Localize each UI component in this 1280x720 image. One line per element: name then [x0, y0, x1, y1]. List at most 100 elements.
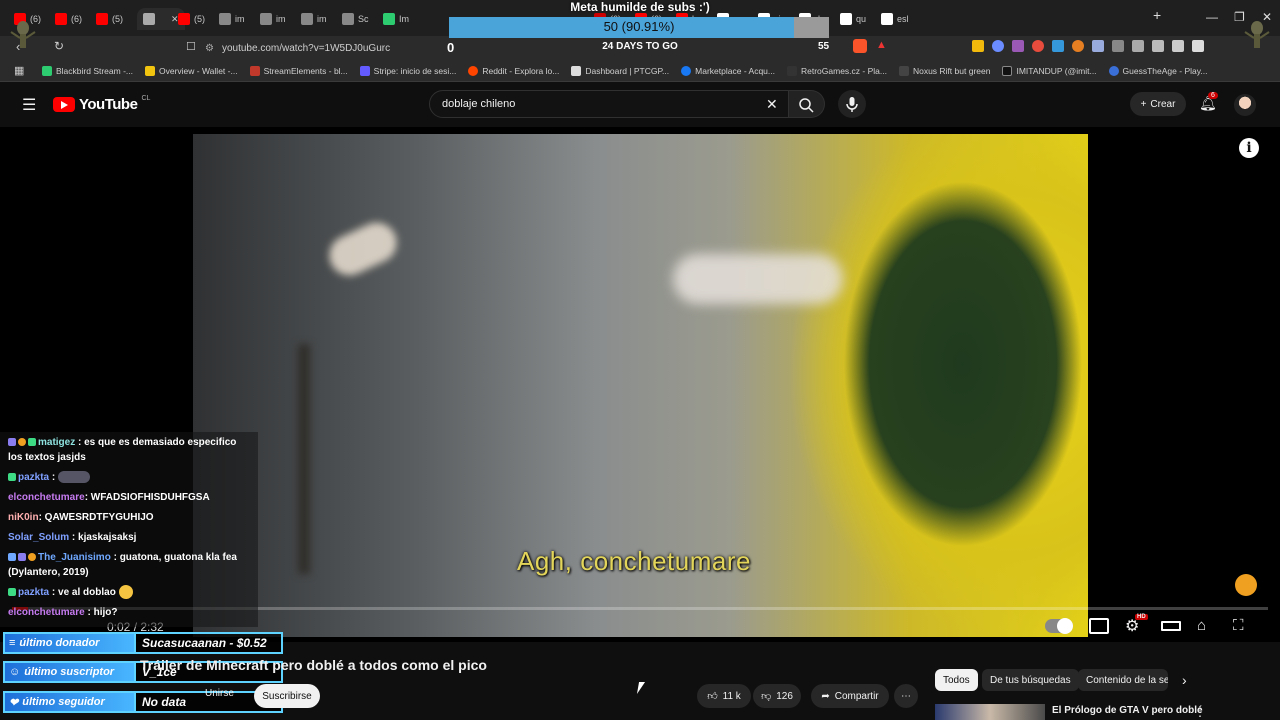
- extension-icon[interactable]: [1052, 40, 1064, 52]
- new-tab-icon[interactable]: +: [1153, 7, 1161, 23]
- browser-tab[interactable]: im: [260, 8, 286, 30]
- chip-series-content[interactable]: Contenido de la ser: [1078, 669, 1168, 691]
- autoplay-toggle[interactable]: [1045, 618, 1073, 634]
- info-icon[interactable]: i: [1239, 138, 1259, 158]
- tab-label: qu: [856, 14, 867, 24]
- bookmark-item[interactable]: StreamElements - bl...: [249, 65, 348, 76]
- cast-icon[interactable]: ⌂: [1197, 618, 1217, 634]
- follower-icon: ❤: [9, 696, 19, 709]
- browser-tab[interactable]: (5): [96, 8, 123, 30]
- extension-icon[interactable]: [1092, 40, 1104, 52]
- browser-tab[interactable]: esl: [881, 8, 909, 30]
- mouse-cursor-icon: [636, 682, 646, 694]
- lizard-overlay-icon: [10, 21, 36, 48]
- bookmark-favicon-icon: [898, 65, 909, 76]
- bookmark-item[interactable]: Dashboard | PTCGP...: [571, 65, 669, 76]
- extension-icon[interactable]: [1032, 40, 1044, 52]
- bookmark-item[interactable]: IMITANDUP (@imit...: [1002, 65, 1097, 76]
- tab-favicon-icon: [383, 13, 395, 25]
- bookmark-item[interactable]: Stripe: inicio de sesi...: [359, 65, 456, 76]
- bookmark-item[interactable]: RetroGames.cz - Pla...: [787, 65, 887, 76]
- search-button[interactable]: [789, 90, 825, 118]
- sparkle-icon[interactable]: [1192, 40, 1204, 52]
- lizard-overlay-icon: [1244, 21, 1270, 48]
- bookmark-item[interactable]: Noxus Rift but green: [898, 65, 990, 76]
- browser-tab[interactable]: im: [219, 8, 245, 30]
- avatar[interactable]: [1234, 94, 1256, 116]
- browser-tab[interactable]: Im: [383, 8, 409, 30]
- download-icon[interactable]: [1132, 40, 1144, 52]
- recommended-video-title[interactable]: El Prólogo de GTA V pero doblé: [1052, 705, 1203, 716]
- bookmark-star-icon[interactable]: ☐: [186, 40, 196, 53]
- tab-favicon-icon: [342, 13, 354, 25]
- subtitles-icon[interactable]: [1089, 618, 1109, 634]
- dislike-button[interactable]: 👎︎ 126: [753, 684, 801, 708]
- extension-icon[interactable]: [972, 40, 984, 52]
- tab-favicon-icon: [881, 13, 893, 25]
- chat-message: Solar_Solum : kjaskajsaksj: [8, 532, 137, 543]
- menu-hamburger-icon[interactable]: ☰: [22, 95, 36, 115]
- tab-label: (5): [194, 14, 205, 24]
- tab-favicon-icon: [96, 13, 108, 25]
- thumbs-up-icon: 👍︎: [707, 691, 718, 702]
- emoji-icon: [118, 585, 133, 600]
- like-button[interactable]: 👍︎ 11 k: [697, 684, 751, 708]
- subscribe-button[interactable]: Suscribirse: [254, 684, 320, 708]
- browser-tab[interactable]: (6): [55, 8, 82, 30]
- bookmark-item[interactable]: Reddit - Explora lo...: [468, 65, 559, 76]
- tab-label: Im: [399, 14, 409, 24]
- apps-grid-icon[interactable]: ▦: [14, 64, 24, 77]
- bookmark-item[interactable]: Blackbird Stream -...: [42, 65, 133, 76]
- last-follower-alert: ❤ último seguidor No data: [3, 690, 283, 714]
- url-omnibox[interactable]: ⚙ youtube.com/watch?v=1W5DJ0uGurc: [205, 38, 815, 58]
- bookmark-favicon-icon: [249, 65, 260, 76]
- puzzle-icon[interactable]: [1112, 40, 1124, 52]
- tab-favicon-icon: [301, 13, 313, 25]
- settings-gear-icon[interactable]: ⚙ HD: [1125, 614, 1148, 635]
- bookmark-favicon-icon: [42, 65, 52, 76]
- extension-icon[interactable]: [992, 40, 1004, 52]
- recommended-more-icon[interactable]: ⋮: [1194, 705, 1206, 719]
- bookmark-item[interactable]: GuessTheAge - Play...: [1108, 65, 1207, 76]
- search-input[interactable]: doblaje chileno ✕: [429, 90, 789, 118]
- browser-tab[interactable]: Sc: [342, 8, 369, 30]
- tab-label: im: [317, 14, 327, 24]
- fullscreen-icon[interactable]: ⛶: [1233, 618, 1253, 634]
- last-donor-alert: ≡ último donador Sucasucaanan - $0.52: [3, 631, 283, 655]
- bookmark-item[interactable]: Marketplace - Acqu...: [681, 65, 775, 76]
- thumbs-down-icon: 👎︎: [761, 691, 772, 702]
- site-info-icon[interactable]: ⚙: [205, 43, 214, 54]
- chip-todos[interactable]: Todos: [935, 669, 978, 691]
- extension-icon[interactable]: [1072, 40, 1084, 52]
- join-button[interactable]: Unirse: [205, 688, 234, 699]
- brave-rewards-icon[interactable]: ▲: [876, 39, 887, 51]
- bookmark-favicon-icon: [359, 65, 370, 76]
- youtube-logo[interactable]: YouTube CL: [53, 95, 150, 113]
- wallet-icon[interactable]: [1172, 40, 1184, 52]
- chevron-right-icon[interactable]: ›: [1182, 672, 1187, 688]
- browser-tab[interactable]: qu: [840, 8, 866, 30]
- extension-icon[interactable]: [1012, 40, 1024, 52]
- browser-tab[interactable]: (5): [178, 8, 205, 30]
- player-controls-right: ⚙ HD ⌂ ⛶: [1045, 614, 1253, 635]
- minimize-icon[interactable]: —: [1206, 10, 1218, 24]
- sidebar-icon[interactable]: [1152, 40, 1164, 52]
- reload-icon[interactable]: ↻: [54, 39, 64, 53]
- bookmarks-bar: ▦ Blackbird Stream -... Overview - Walle…: [0, 60, 1280, 82]
- browser-tab[interactable]: im: [301, 8, 327, 30]
- bookmark-item[interactable]: Overview - Wallet -...: [145, 65, 238, 76]
- more-actions-button[interactable]: ⋯: [894, 684, 918, 708]
- clear-search-icon[interactable]: ✕: [766, 96, 778, 113]
- bookmark-favicon-icon: [787, 65, 797, 76]
- notification-count-badge: 6: [1208, 92, 1218, 99]
- brave-shield-icon[interactable]: [853, 39, 867, 53]
- search-icon: [799, 98, 814, 113]
- create-button[interactable]: + Crear: [1130, 92, 1186, 116]
- theater-mode-icon[interactable]: [1161, 621, 1181, 631]
- chip-from-searches[interactable]: De tus búsquedas: [982, 669, 1079, 691]
- recommended-thumbnail[interactable]: [935, 704, 1045, 720]
- voice-search-button[interactable]: [838, 90, 866, 118]
- share-button[interactable]: ➦ Compartir: [811, 684, 889, 708]
- bookmark-favicon-icon: [1108, 65, 1119, 76]
- tab-label: esl: [897, 14, 909, 24]
